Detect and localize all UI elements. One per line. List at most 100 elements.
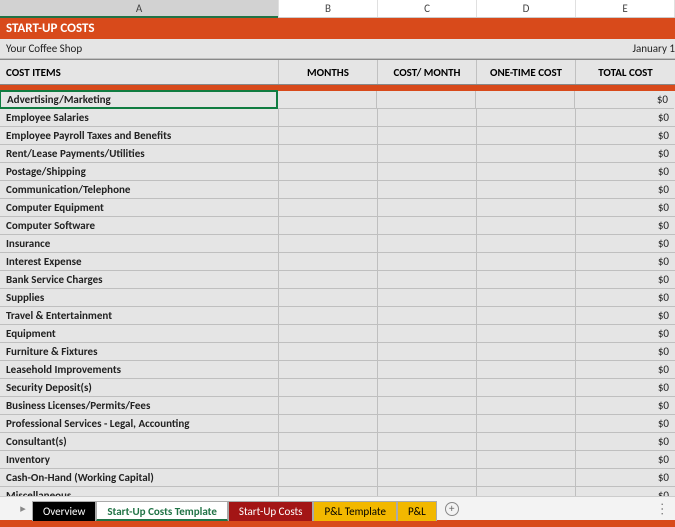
- cost-month-cell[interactable]: [378, 343, 477, 361]
- cost-month-cell[interactable]: [378, 181, 477, 199]
- cost-item-label[interactable]: Bank Service Charges: [0, 271, 279, 289]
- cost-month-cell[interactable]: [378, 235, 477, 253]
- one-time-cell[interactable]: [477, 253, 576, 271]
- total-cell[interactable]: $0: [576, 469, 675, 487]
- tab-startup-costs[interactable]: Start-Up Costs: [228, 501, 314, 521]
- col-header-b[interactable]: B: [279, 0, 378, 17]
- total-cell[interactable]: $0: [576, 127, 675, 145]
- cost-month-cell[interactable]: [378, 199, 477, 217]
- months-cell[interactable]: [279, 343, 378, 361]
- one-time-cell[interactable]: [477, 127, 576, 145]
- one-time-cell[interactable]: [477, 271, 576, 289]
- months-cell[interactable]: [279, 307, 378, 325]
- total-cell[interactable]: $0: [576, 325, 675, 343]
- cost-item-label[interactable]: Equipment: [0, 325, 279, 343]
- months-cell[interactable]: [279, 397, 378, 415]
- cost-item-label[interactable]: Employee Salaries: [0, 109, 279, 127]
- total-cell[interactable]: $0: [575, 91, 674, 109]
- cost-month-cell[interactable]: [378, 361, 477, 379]
- total-cell[interactable]: $0: [576, 271, 675, 289]
- months-cell[interactable]: [279, 379, 378, 397]
- subtitle-row[interactable]: Your Coffee Shop January 1: [0, 39, 675, 59]
- cost-month-cell[interactable]: [378, 109, 477, 127]
- cost-item-label[interactable]: Security Deposit(s): [0, 379, 279, 397]
- total-cell[interactable]: $0: [576, 415, 675, 433]
- cost-month-cell[interactable]: [378, 415, 477, 433]
- one-time-cell[interactable]: [477, 361, 576, 379]
- one-time-cell[interactable]: [477, 451, 576, 469]
- months-cell[interactable]: [279, 181, 378, 199]
- cost-item-label[interactable]: Cash-On-Hand (Working Capital): [0, 469, 279, 487]
- add-sheet-button[interactable]: +: [441, 498, 463, 520]
- one-time-cell[interactable]: [477, 199, 576, 217]
- more-icon[interactable]: ⋯: [654, 502, 671, 515]
- total-cell[interactable]: $0: [576, 379, 675, 397]
- cost-month-cell[interactable]: [378, 433, 477, 451]
- cost-month-cell[interactable]: [378, 307, 477, 325]
- months-cell[interactable]: [279, 199, 378, 217]
- total-cell[interactable]: $0: [576, 289, 675, 307]
- cost-month-cell[interactable]: [378, 253, 477, 271]
- cost-item-label[interactable]: Interest Expense: [0, 253, 279, 271]
- tab-pl[interactable]: P&L: [397, 501, 437, 521]
- tab-startup-template[interactable]: Start-Up Costs Template: [96, 501, 228, 521]
- cost-month-cell[interactable]: [378, 217, 477, 235]
- months-cell[interactable]: [279, 469, 378, 487]
- total-cell[interactable]: $0: [576, 109, 675, 127]
- total-cell[interactable]: $0: [576, 397, 675, 415]
- tab-nav-right-icon[interactable]: ▸: [14, 500, 32, 518]
- total-cell[interactable]: $0: [576, 433, 675, 451]
- cost-item-label[interactable]: Consultant(s): [0, 433, 279, 451]
- col-header-c[interactable]: C: [378, 0, 477, 17]
- cost-month-cell[interactable]: [378, 271, 477, 289]
- col-header-e[interactable]: E: [576, 0, 675, 17]
- one-time-cell[interactable]: [477, 181, 576, 199]
- one-time-cell[interactable]: [477, 379, 576, 397]
- one-time-cell[interactable]: [477, 163, 576, 181]
- one-time-cell[interactable]: [477, 415, 576, 433]
- cost-item-label[interactable]: Furniture & Fixtures: [0, 343, 279, 361]
- months-cell[interactable]: [279, 451, 378, 469]
- months-cell[interactable]: [279, 271, 378, 289]
- one-time-cell[interactable]: [477, 289, 576, 307]
- cost-item-label[interactable]: Employee Payroll Taxes and Benefits: [0, 127, 279, 145]
- cost-item-label[interactable]: Business Licenses/Permits/Fees: [0, 397, 279, 415]
- cost-month-cell[interactable]: [378, 289, 477, 307]
- months-cell[interactable]: [279, 217, 378, 235]
- one-time-cell[interactable]: [477, 307, 576, 325]
- one-time-cell[interactable]: [477, 433, 576, 451]
- cost-month-cell[interactable]: [378, 469, 477, 487]
- cost-item-label[interactable]: Insurance: [0, 235, 279, 253]
- cost-month-cell[interactable]: [377, 91, 476, 109]
- one-time-cell[interactable]: [477, 469, 576, 487]
- cost-month-cell[interactable]: [378, 145, 477, 163]
- total-cell[interactable]: $0: [576, 307, 675, 325]
- cost-item-label[interactable]: Leasehold Improvements: [0, 361, 279, 379]
- months-cell[interactable]: [279, 235, 378, 253]
- header-months[interactable]: MONTHS: [279, 60, 378, 84]
- cost-item-label[interactable]: Rent/Lease Payments/Utilities: [0, 145, 279, 163]
- cost-item-label[interactable]: Communication/Telephone: [0, 181, 279, 199]
- cost-item-label[interactable]: Professional Services - Legal, Accountin…: [0, 415, 279, 433]
- total-cell[interactable]: $0: [576, 361, 675, 379]
- months-cell[interactable]: [279, 163, 378, 181]
- total-cell[interactable]: $0: [576, 451, 675, 469]
- cost-month-cell[interactable]: [378, 379, 477, 397]
- months-cell[interactable]: [279, 433, 378, 451]
- total-cell[interactable]: $0: [576, 181, 675, 199]
- months-cell[interactable]: [279, 253, 378, 271]
- one-time-cell[interactable]: [477, 109, 576, 127]
- months-cell[interactable]: [279, 289, 378, 307]
- cost-item-label[interactable]: Travel & Entertainment: [0, 307, 279, 325]
- tab-pl-template[interactable]: P&L Template: [313, 501, 396, 521]
- months-cell[interactable]: [279, 145, 378, 163]
- cost-month-cell[interactable]: [378, 127, 477, 145]
- total-cell[interactable]: $0: [576, 217, 675, 235]
- cost-month-cell[interactable]: [378, 397, 477, 415]
- cost-item-label[interactable]: Computer Equipment: [0, 199, 279, 217]
- total-cell[interactable]: $0: [576, 343, 675, 361]
- total-cell[interactable]: $0: [576, 235, 675, 253]
- cost-item-label[interactable]: Supplies: [0, 289, 279, 307]
- cost-item-label[interactable]: Advertising/Marketing: [0, 90, 278, 109]
- one-time-cell[interactable]: [477, 325, 576, 343]
